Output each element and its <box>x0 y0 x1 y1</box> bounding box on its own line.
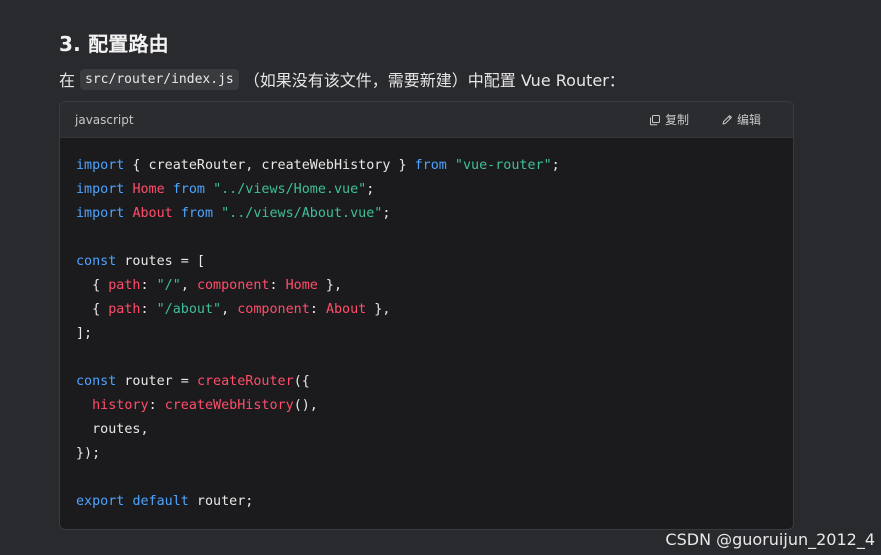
code-token: "../views/Home.vue" <box>213 182 367 197</box>
code-token: routes = [ <box>116 254 205 269</box>
code-token: ]; <box>76 326 93 341</box>
code-line: export default router; <box>76 490 793 514</box>
code-token: ({ <box>293 374 310 389</box>
code-token: : <box>140 278 157 293</box>
code-token: export <box>76 494 125 509</box>
code-token: : <box>148 398 165 413</box>
code-token: { createRouter, createWebHistory } <box>124 158 415 173</box>
code-token: path <box>108 278 141 293</box>
article-page: 3. 配置路由 在 src/router/index.js （如果没有该文件，需… <box>0 0 881 555</box>
inline-code-path: src/router/index.js <box>80 68 239 90</box>
code-line: const routes = [ <box>76 250 793 274</box>
code-token: About <box>132 206 173 221</box>
code-line: history: createWebHistory(), <box>76 394 793 418</box>
edit-button[interactable]: 编辑 <box>721 111 761 128</box>
code-token: About <box>325 302 367 317</box>
code-token: default <box>132 494 189 509</box>
code-token: "/" <box>156 278 181 293</box>
code-block: javascript 复制 编辑 import {createRouter, … <box>59 101 794 530</box>
code-token: routes, <box>76 422 149 437</box>
code-line: { path: "/", component: Home }, <box>76 274 793 298</box>
code-line: const router = createRouter({ <box>76 370 793 394</box>
code-line: import { createRouter, createWebHistory … <box>76 154 793 178</box>
code-token: "../views/About.vue" <box>221 206 383 221</box>
code-token: from <box>180 206 214 221</box>
code-token: from <box>172 182 205 197</box>
code-token: : <box>140 302 157 317</box>
code-token: import <box>76 182 125 197</box>
code-token: ; <box>366 182 375 197</box>
code-token: (), <box>293 398 318 413</box>
copy-label: 复制 <box>664 113 689 127</box>
code-token: }, <box>366 302 391 317</box>
code-line: }); <box>76 442 793 466</box>
code-line: ]; <box>76 322 793 346</box>
code-token: }, <box>317 278 343 293</box>
watermark: CSDN @guoruijun_2012_4 <box>665 530 875 549</box>
code-token: import <box>76 206 125 221</box>
code-token: "vue-router" <box>454 158 552 173</box>
code-token: component <box>237 302 310 317</box>
code-token: : <box>269 278 286 293</box>
code-token: "/about" <box>156 302 222 317</box>
code-actions: 复制 编辑 <box>649 111 761 128</box>
copy-button[interactable]: 复制 <box>649 111 689 128</box>
code-token: Home <box>132 182 165 197</box>
code-line: { path: "/about", component: About }, <box>76 298 793 322</box>
code-line: import About from "../views/About.vue"; <box>76 202 793 226</box>
code-token: createRouter <box>196 374 294 389</box>
intro-paragraph: 在 src/router/index.js （如果没有该文件，需要新建）中配置 … <box>59 67 625 91</box>
code-token: router = <box>116 374 197 389</box>
code-token: }); <box>76 446 101 461</box>
code-token: history <box>92 398 149 413</box>
code-token: ; <box>382 206 391 221</box>
code-block-header: javascript 复制 编辑 <box>60 102 793 138</box>
code-line: import Home from "../views/Home.vue"; <box>76 178 793 202</box>
code-token: { <box>76 278 109 293</box>
intro-suffix: （如果没有该文件，需要新建）中配置 Vue Router： <box>243 71 625 90</box>
edit-pencil-icon <box>721 114 733 126</box>
code-token: router; <box>188 494 254 509</box>
code-language-label: javascript <box>75 112 134 127</box>
code-token: import <box>76 158 125 173</box>
code-token: path <box>108 302 141 317</box>
code-token: const <box>76 254 117 269</box>
code-token: Home <box>285 278 318 293</box>
code-token: from <box>414 158 447 173</box>
code-token: const <box>76 374 117 389</box>
code-token: { <box>76 302 109 317</box>
code-token: , <box>221 302 238 317</box>
code-token: , <box>180 278 197 293</box>
edit-label: 编辑 <box>736 113 761 127</box>
code-token: : <box>309 302 326 317</box>
section-heading: 3. 配置路由 <box>59 32 169 56</box>
code-token: ; <box>551 158 560 173</box>
code-content: import { createRouter, createWebHistory … <box>60 138 793 514</box>
code-line: routes, <box>76 418 793 442</box>
intro-prefix: 在 <box>59 71 76 90</box>
code-token: component <box>196 278 270 293</box>
copy-icon <box>649 114 661 126</box>
code-token: createWebHistory <box>164 398 294 413</box>
